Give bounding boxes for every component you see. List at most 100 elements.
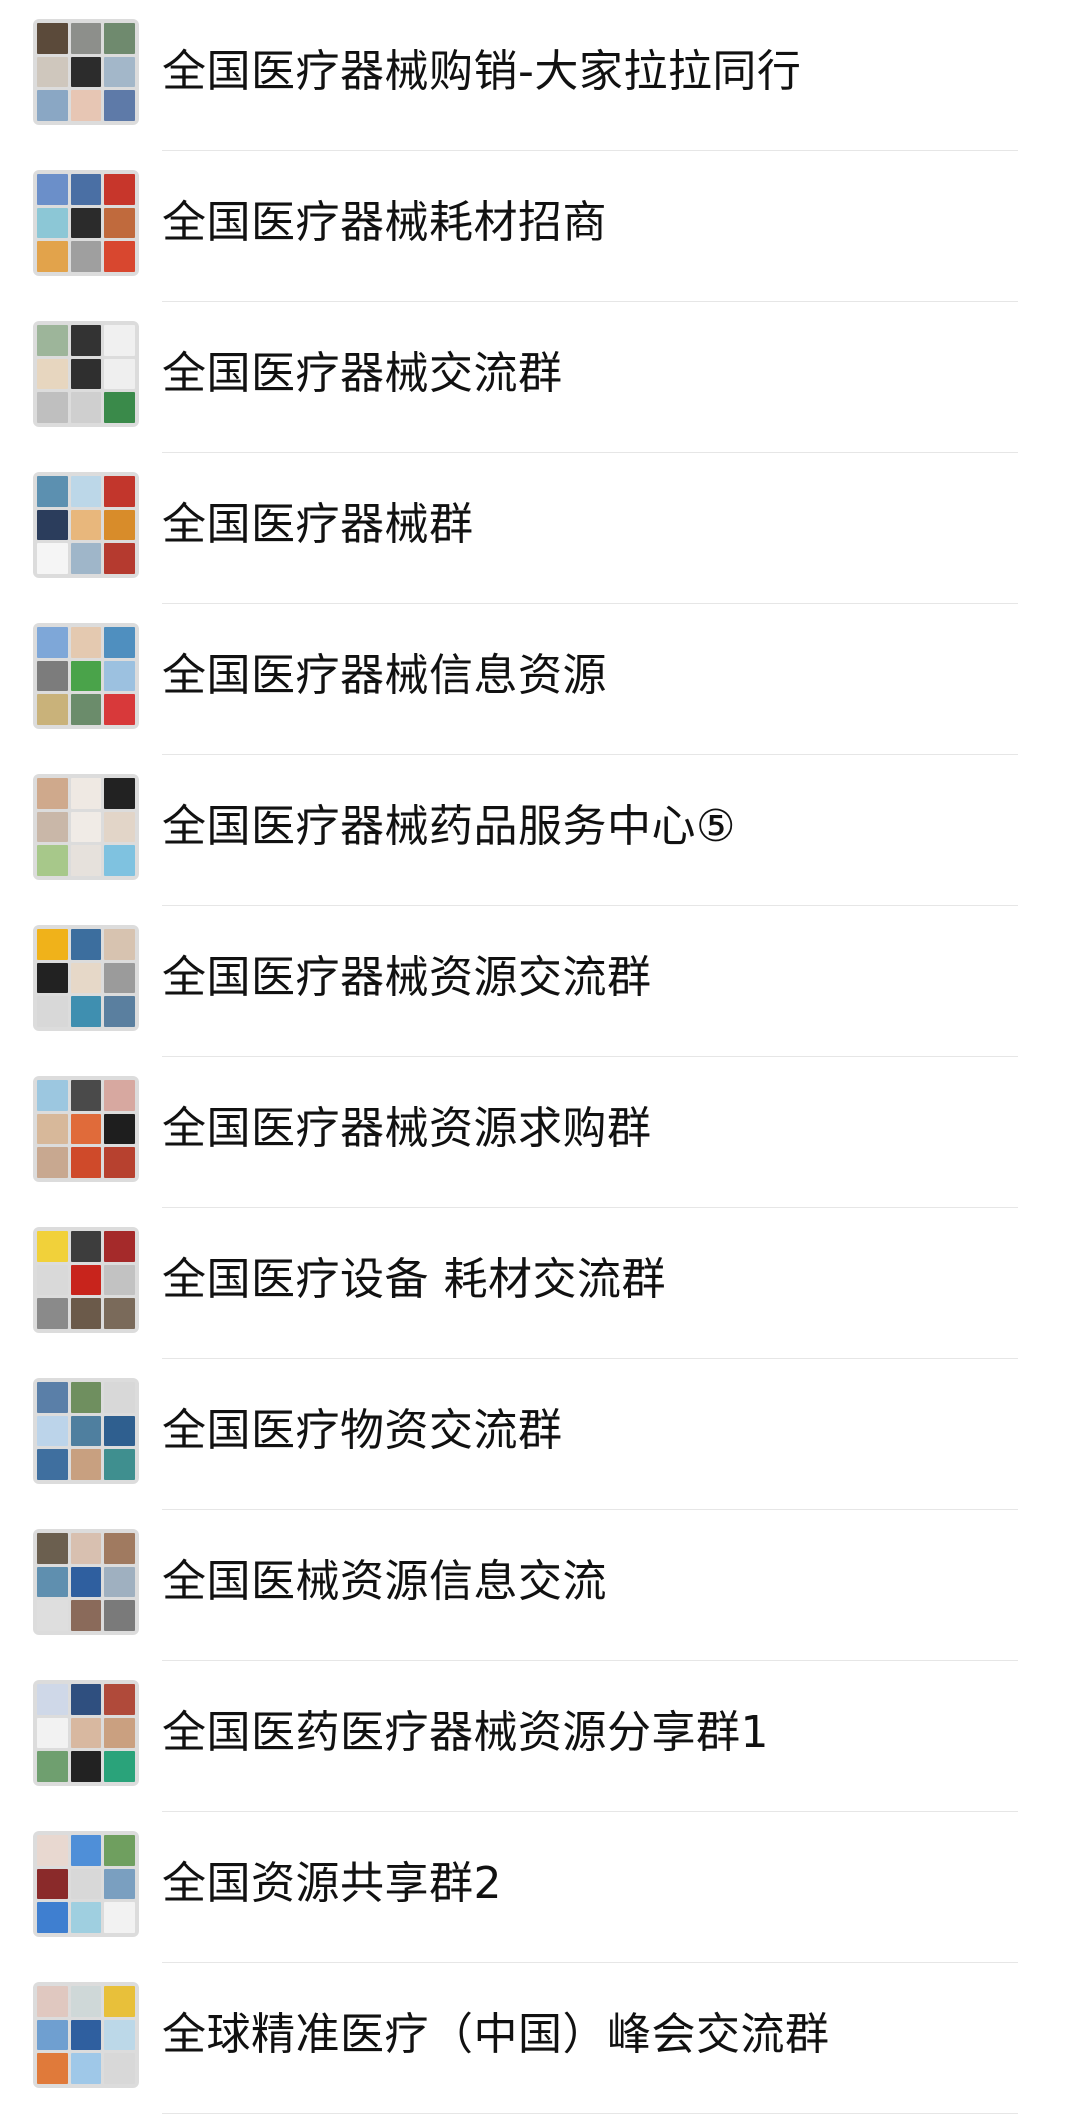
member-avatar-tile <box>70 207 102 239</box>
member-avatar-tile <box>104 1080 135 1111</box>
group-avatar <box>33 774 139 880</box>
group-avatar <box>33 623 139 729</box>
member-avatar-tile <box>104 207 135 239</box>
member-avatar-tile <box>70 509 102 541</box>
member-avatar-tile <box>70 1986 102 2017</box>
chat-list-item[interactable]: 全国医械资源信息交流 <box>0 1510 1080 1661</box>
member-avatar-tile <box>37 1600 68 1631</box>
member-avatar-tile <box>104 1986 135 2017</box>
member-avatar-tile <box>104 811 135 843</box>
member-avatar-tile <box>70 476 102 507</box>
member-avatar-tile <box>37 1113 68 1145</box>
member-avatar-tile <box>104 1298 135 1329</box>
group-name: 全国医药医疗器械资源分享群1 <box>162 1707 769 1758</box>
group-avatar <box>33 1831 139 1937</box>
member-avatar-tile <box>104 1717 135 1749</box>
member-avatar-tile <box>37 1684 68 1715</box>
member-avatar-tile <box>104 1264 135 1296</box>
group-name: 全国医械资源信息交流 <box>162 1556 607 1607</box>
chat-list-item[interactable]: 全国医药医疗器械资源分享群1 <box>0 1661 1080 1812</box>
member-avatar-tile <box>104 509 135 541</box>
member-avatar-tile <box>37 1080 68 1111</box>
member-avatar-tile <box>37 358 68 390</box>
group-avatar <box>33 1529 139 1635</box>
group-name: 全国资源共享群2 <box>162 1858 502 1909</box>
member-avatar-tile <box>70 325 102 356</box>
group-avatar <box>33 1680 139 1786</box>
member-avatar-tile <box>70 241 102 272</box>
member-avatar-tile <box>70 1147 102 1178</box>
chat-list: 全国医疗器械购销-大家拉拉同行 全国医疗器械耗材招商 全国医疗器械交流群 全国医疗器械… <box>0 0 1080 2114</box>
chat-list-item[interactable]: 全球精准医疗（中国）峰会交流群 <box>0 1963 1080 2114</box>
chat-list-item[interactable]: 全国医疗器械购销-大家拉拉同行 <box>0 0 1080 151</box>
group-avatar <box>33 472 139 578</box>
chat-list-item[interactable]: 全国医疗器械群 <box>0 453 1080 604</box>
member-avatar-tile <box>70 1533 102 1564</box>
member-avatar-tile <box>104 962 135 994</box>
chat-list-item[interactable]: 全国医疗器械资源交流群 <box>0 906 1080 1057</box>
member-avatar-tile <box>104 90 135 121</box>
member-avatar-tile <box>70 174 102 205</box>
member-avatar-tile <box>70 1264 102 1296</box>
member-avatar-tile <box>104 476 135 507</box>
member-avatar-tile <box>104 660 135 692</box>
member-avatar-tile <box>70 2053 102 2084</box>
member-avatar-tile <box>104 543 135 574</box>
member-avatar-tile <box>70 1751 102 1782</box>
group-avatar <box>33 1227 139 1333</box>
member-avatar-tile <box>70 1298 102 1329</box>
member-avatar-tile <box>104 1566 135 1598</box>
member-avatar-tile <box>70 778 102 809</box>
member-avatar-tile <box>37 1231 68 1262</box>
member-avatar-tile <box>37 627 68 658</box>
member-avatar-tile <box>70 543 102 574</box>
member-avatar-tile <box>70 811 102 843</box>
member-avatar-tile <box>70 1449 102 1480</box>
chat-list-item[interactable]: 全国医疗器械耗材招商 <box>0 151 1080 302</box>
member-avatar-tile <box>104 174 135 205</box>
chat-list-item[interactable]: 全国医疗设备 耗材交流群 <box>0 1208 1080 1359</box>
group-name: 全国医疗器械群 <box>162 499 474 550</box>
member-avatar-tile <box>37 929 68 960</box>
member-avatar-tile <box>70 1600 102 1631</box>
member-avatar-tile <box>37 1382 68 1413</box>
chat-list-item[interactable]: 全国医疗器械药品服务中心⑤ <box>0 755 1080 906</box>
member-avatar-tile <box>70 1080 102 1111</box>
group-avatar <box>33 19 139 125</box>
member-avatar-tile <box>37 1986 68 2017</box>
chat-list-item[interactable]: 全国医疗器械信息资源 <box>0 604 1080 755</box>
member-avatar-tile <box>104 23 135 54</box>
member-avatar-tile <box>104 627 135 658</box>
member-avatar-tile <box>104 1868 135 1900</box>
chat-list-item[interactable]: 全国医疗器械资源求购群 <box>0 1057 1080 1208</box>
member-avatar-tile <box>37 325 68 356</box>
member-avatar-tile <box>37 778 68 809</box>
member-avatar-tile <box>104 1835 135 1866</box>
chat-list-item[interactable]: 全国资源共享群2 <box>0 1812 1080 1963</box>
member-avatar-tile <box>37 476 68 507</box>
member-avatar-tile <box>70 1684 102 1715</box>
member-avatar-tile <box>104 1382 135 1413</box>
member-avatar-tile <box>104 1449 135 1480</box>
group-name: 全国医疗器械药品服务中心⑤ <box>162 801 736 852</box>
member-avatar-tile <box>37 1717 68 1749</box>
member-avatar-tile <box>37 509 68 541</box>
member-avatar-tile <box>104 1231 135 1262</box>
member-avatar-tile <box>37 1147 68 1178</box>
chat-list-item[interactable]: 全国医疗物资交流群 <box>0 1359 1080 1510</box>
group-avatar <box>33 1076 139 1182</box>
member-avatar-tile <box>104 778 135 809</box>
member-avatar-tile <box>104 996 135 1027</box>
chat-list-item[interactable]: 全国医疗器械交流群 <box>0 302 1080 453</box>
member-avatar-tile <box>104 1147 135 1178</box>
member-avatar-tile <box>104 325 135 356</box>
member-avatar-tile <box>37 174 68 205</box>
member-avatar-tile <box>37 962 68 994</box>
member-avatar-tile <box>104 1533 135 1564</box>
member-avatar-tile <box>70 1566 102 1598</box>
group-name: 全球精准医疗（中国）峰会交流群 <box>162 2009 830 2060</box>
group-name: 全国医疗物资交流群 <box>162 1405 563 1456</box>
member-avatar-tile <box>37 1264 68 1296</box>
member-avatar-tile <box>104 2019 135 2051</box>
group-name: 全国医疗器械购销-大家拉拉同行 <box>162 46 802 97</box>
